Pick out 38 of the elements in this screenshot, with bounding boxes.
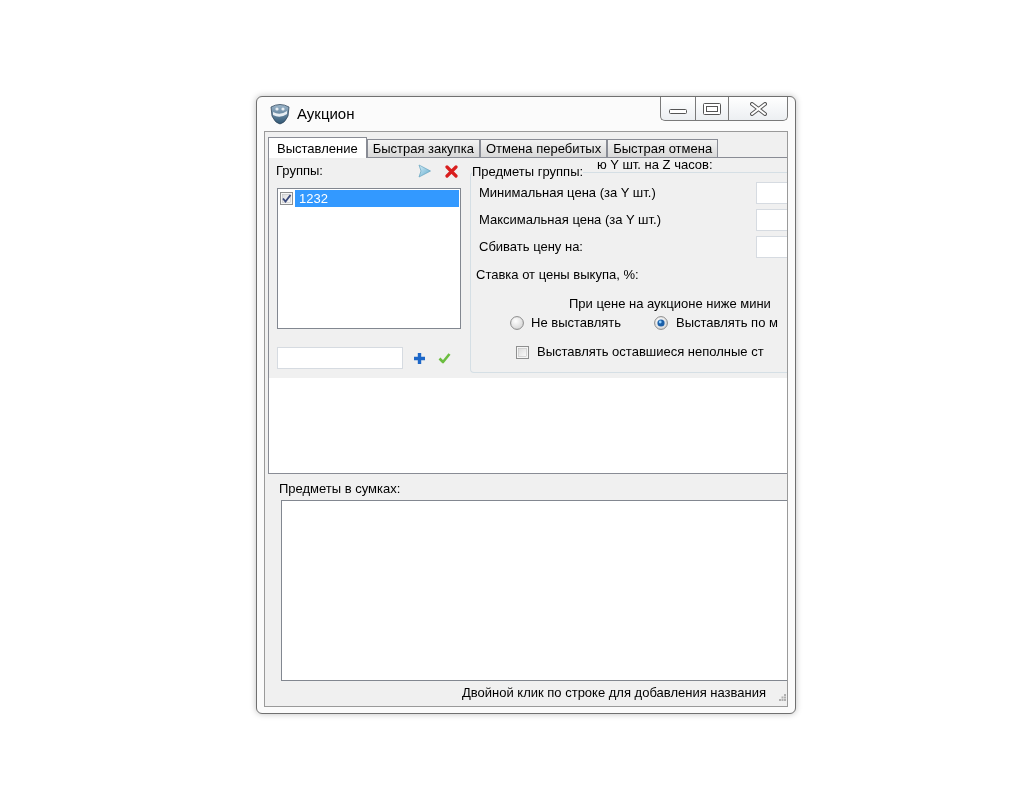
tab[interactable]: Выставление bbox=[268, 137, 367, 158]
bag-items-label: Предметы в сумках: bbox=[279, 481, 401, 497]
app-icon bbox=[269, 103, 291, 125]
minimize-icon bbox=[669, 109, 687, 114]
field-label: Минимальная цена (за Y шт.) bbox=[479, 185, 656, 201]
play-icon[interactable] bbox=[418, 164, 431, 178]
radio-button[interactable] bbox=[510, 316, 524, 330]
option-label: Не выставлять bbox=[531, 315, 621, 331]
below-min-label: При цене на аукционе ниже мини bbox=[569, 296, 771, 312]
status-text: Двойной клик по строке для добавления названия bbox=[462, 684, 766, 701]
checkbox-label: Выставлять оставшиеся неполные ст bbox=[537, 344, 764, 360]
minimize-button[interactable] bbox=[660, 97, 695, 121]
checkbox[interactable] bbox=[516, 345, 529, 359]
tab[interactable]: Быстрая отмена bbox=[607, 139, 719, 157]
close-button[interactable] bbox=[728, 97, 788, 121]
maximize-button[interactable] bbox=[695, 97, 728, 121]
resize-grip[interactable] bbox=[779, 694, 786, 701]
radio-button[interactable] bbox=[654, 316, 668, 330]
option-label: Выставлять по м bbox=[676, 315, 778, 331]
input-field[interactable] bbox=[277, 347, 403, 369]
maximize-icon bbox=[703, 102, 721, 115]
field-label: Сбивать цену на: bbox=[479, 239, 583, 255]
field-label: Максимальная цена (за Y шт.) bbox=[479, 212, 661, 228]
input-field[interactable] bbox=[756, 236, 787, 258]
input-field[interactable] bbox=[756, 209, 787, 231]
plus-icon[interactable] bbox=[413, 351, 426, 365]
partly-hidden-label: ю Y шт. на Z часов: bbox=[597, 158, 713, 172]
bid-label: Ставка от цены выкупа, %: bbox=[476, 267, 639, 283]
tab[interactable]: Быстрая закупка bbox=[366, 139, 480, 157]
input-field[interactable] bbox=[756, 182, 787, 204]
tab[interactable]: Отмена перебитых bbox=[479, 139, 608, 157]
window-title: Аукцион bbox=[297, 105, 355, 123]
groups-label: Группы: bbox=[276, 163, 323, 179]
checkbox[interactable] bbox=[280, 192, 293, 205]
checkmark-icon[interactable] bbox=[438, 352, 451, 364]
cross-icon[interactable] bbox=[445, 164, 458, 178]
close-icon bbox=[749, 101, 767, 116]
group-box-title: Предметы группы: bbox=[472, 164, 584, 180]
